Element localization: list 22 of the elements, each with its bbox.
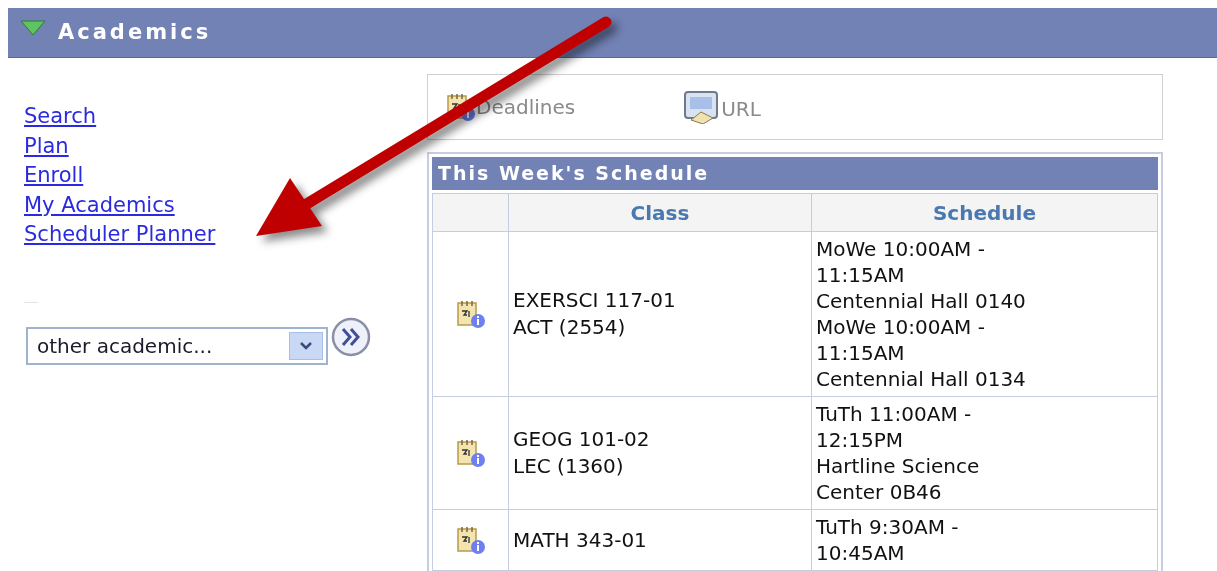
class-cell: MATH 343-01 [508,509,812,571]
class-cell: GEOG 101-02 LEC (1360) [508,396,812,510]
schedule-cell: MoWe 10:00AM - 11:15AM Centennial Hall 0140 MoWe 10:00AM - 11:15AM Centennial Hall 0134 [811,231,1158,397]
panel-title: This Week's Schedule [432,157,1158,190]
schedule-cell: TuTh 9:30AM - 10:45AM [811,509,1158,571]
section-title: Academics [58,18,212,46]
chevron-down-icon [289,331,323,360]
calendar-info-icon[interactable] [455,525,486,555]
column-header: Schedule [811,193,1158,232]
nav-link[interactable]: Plan [24,131,69,161]
schedule-cell: TuTh 11:00AM - 12:15PM Hartline Science Center 0B46 [811,396,1158,510]
nav-link[interactable]: Search [24,102,97,132]
nav-link[interactable]: My Academics [24,190,175,220]
go-icon[interactable] [331,316,371,357]
class-cell: EXERSCI 117-01 ACT (2554) [508,231,812,397]
column-header: Class [508,193,812,232]
nav-link[interactable]: Enroll [24,161,84,191]
dropdown[interactable]: other academic... [26,326,328,365]
calendar-info-icon[interactable] [455,299,486,329]
calendar-info-icon[interactable] [455,438,486,468]
nav-link[interactable]: Scheduler Planner [24,220,216,250]
calendar-info-icon [446,92,476,122]
